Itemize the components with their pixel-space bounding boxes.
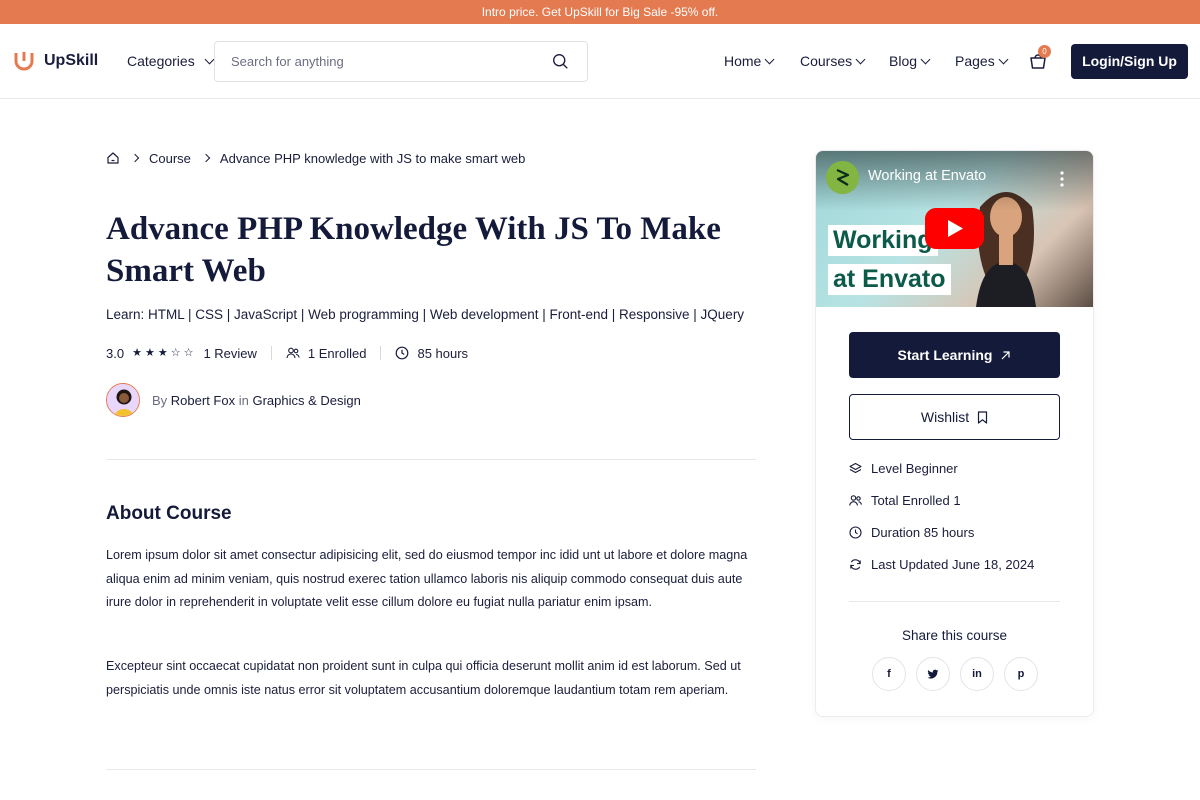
course-preview-video[interactable]: Working at Envato Working at Envato — [816, 151, 1093, 307]
nav-blog-label: Blog — [889, 53, 918, 69]
author-by-label: By — [152, 392, 168, 408]
chevron-down-icon — [204, 54, 215, 64]
breadcrumb-current: Advance PHP knowledge with JS to make sm… — [219, 150, 526, 166]
top-navbar: UpSkill Categories Home Courses Blog Pag… — [0, 24, 1200, 99]
info-level: Level Beginner — [849, 460, 958, 476]
star-filled-icon: ★ — [132, 346, 142, 359]
users-icon — [849, 494, 862, 506]
twitter-share-button[interactable] — [916, 657, 950, 691]
envato-channel-logo — [826, 161, 859, 194]
cart-count-badge: 0 — [1038, 45, 1051, 58]
rating-stars: ★ ★ ★ ☆ ☆ — [132, 346, 194, 359]
refresh-icon — [850, 558, 861, 570]
chevron-down-icon — [920, 54, 931, 64]
chevron-right-icon — [130, 153, 140, 163]
users-icon — [286, 347, 300, 359]
section-divider — [106, 459, 756, 460]
card-divider — [849, 601, 1060, 602]
rating-value: 3.0 — [106, 345, 125, 361]
facebook-icon: f — [887, 668, 891, 680]
enrolled-count: 1 Enrolled — [307, 345, 367, 361]
about-paragraph: Lorem ipsum dolor sit amet consectur adi… — [106, 548, 748, 610]
layers-icon — [849, 462, 862, 473]
facebook-share-button[interactable]: f — [872, 657, 906, 691]
course-sidebar-card: Working at Envato Working at Envato Star… — [815, 150, 1094, 717]
nav-courses-label: Courses — [800, 53, 853, 69]
arrow-up-right-icon — [1002, 350, 1011, 359]
star-filled-icon: ★ — [144, 346, 155, 359]
chevron-down-icon — [855, 54, 866, 64]
wishlist-label: Wishlist — [920, 409, 970, 425]
nav-pages-label: Pages — [955, 53, 995, 69]
nav-blog[interactable]: Blog — [889, 53, 931, 69]
linkedin-share-button[interactable]: in — [960, 657, 994, 691]
divider — [270, 346, 272, 360]
divider — [380, 346, 382, 360]
linkedin-icon: in — [972, 668, 982, 680]
review-count[interactable]: 1 Review — [203, 346, 256, 361]
info-enrolled: Total Enrolled 1 — [849, 492, 961, 508]
pinterest-share-button[interactable]: p — [1004, 657, 1038, 691]
pinterest-icon: p — [1017, 668, 1025, 680]
info-duration-label: Duration 85 hours — [871, 524, 975, 540]
promo-banner: Intro price. Get UpSkill for Big Sale -9… — [0, 0, 1200, 24]
nav-courses[interactable]: Courses — [800, 53, 866, 69]
wishlist-button[interactable]: Wishlist — [849, 394, 1060, 440]
about-course-heading: About Course — [106, 503, 232, 524]
course-title: Advance PHP Knowledge With JS To Make Sm… — [106, 211, 721, 289]
section-divider — [106, 769, 756, 770]
brand-name: UpSkill — [44, 52, 99, 69]
breadcrumb: Course Advance PHP knowledge with JS to … — [106, 150, 525, 166]
twitter-icon — [927, 669, 939, 679]
breadcrumb-course-link[interactable]: Course — [149, 151, 191, 166]
info-enrolled-label: Total Enrolled 1 — [871, 492, 961, 508]
author-row: By Robert Fox in Graphics & Design — [106, 383, 361, 417]
search-icon[interactable] — [552, 53, 569, 70]
upskill-logo-icon — [14, 52, 34, 71]
info-last-updated: Last Updated June 18, 2024 — [849, 556, 1034, 572]
chevron-down-icon — [764, 54, 775, 64]
author-in-label: in — [238, 392, 249, 408]
star-empty-icon: ☆ — [170, 346, 181, 359]
chevron-right-icon — [201, 153, 211, 163]
nav-home[interactable]: Home — [724, 53, 775, 69]
share-heading: Share this course — [901, 628, 1008, 643]
search-input[interactable] — [231, 42, 541, 81]
categories-label: Categories — [127, 53, 195, 69]
search-bar — [214, 41, 588, 82]
course-category-link[interactable]: Graphics & Design — [252, 393, 360, 408]
author-name[interactable]: Robert Fox — [171, 393, 235, 408]
start-learning-label: Start Learning — [897, 347, 993, 363]
start-learning-button[interactable]: Start Learning — [849, 332, 1060, 378]
login-signup-button[interactable]: Login/Sign Up — [1071, 44, 1188, 79]
home-icon[interactable] — [106, 151, 120, 165]
video-overlay-text: Working — [828, 225, 938, 256]
nav-home-label: Home — [724, 53, 762, 69]
about-paragraph: Excepteur sint occaecat cupidatat non pr… — [106, 659, 741, 697]
brand-logo[interactable]: UpSkill — [12, 48, 98, 74]
course-learn-topics: Learn: HTML | CSS | JavaScript | Web pro… — [106, 307, 745, 322]
star-filled-icon: ★ — [157, 346, 168, 359]
info-level-label: Level Beginner — [871, 460, 958, 476]
play-button-icon[interactable] — [925, 208, 984, 249]
categories-dropdown[interactable]: Categories — [127, 53, 215, 69]
author-avatar-image — [107, 384, 139, 416]
video-title[interactable]: Working at Envato — [868, 168, 986, 184]
info-duration: Duration 85 hours — [849, 524, 974, 540]
video-overlay-text: at Envato — [828, 264, 951, 295]
avatar[interactable] — [106, 383, 140, 417]
chevron-down-icon — [998, 54, 1009, 64]
bookmark-icon — [978, 410, 988, 424]
course-meta: 3.0 ★ ★ ★ ☆ ☆ 1 Review 1 Enrolled 85 hours — [106, 344, 468, 362]
clock-icon — [849, 525, 862, 539]
nav-pages[interactable]: Pages — [955, 53, 1009, 69]
info-last-updated-label: Last Updated June 18, 2024 — [871, 556, 1035, 572]
more-vertical-icon[interactable] — [1060, 171, 1064, 187]
star-empty-icon: ☆ — [183, 346, 194, 359]
course-duration: 85 hours — [417, 345, 469, 361]
clock-icon — [396, 346, 409, 360]
